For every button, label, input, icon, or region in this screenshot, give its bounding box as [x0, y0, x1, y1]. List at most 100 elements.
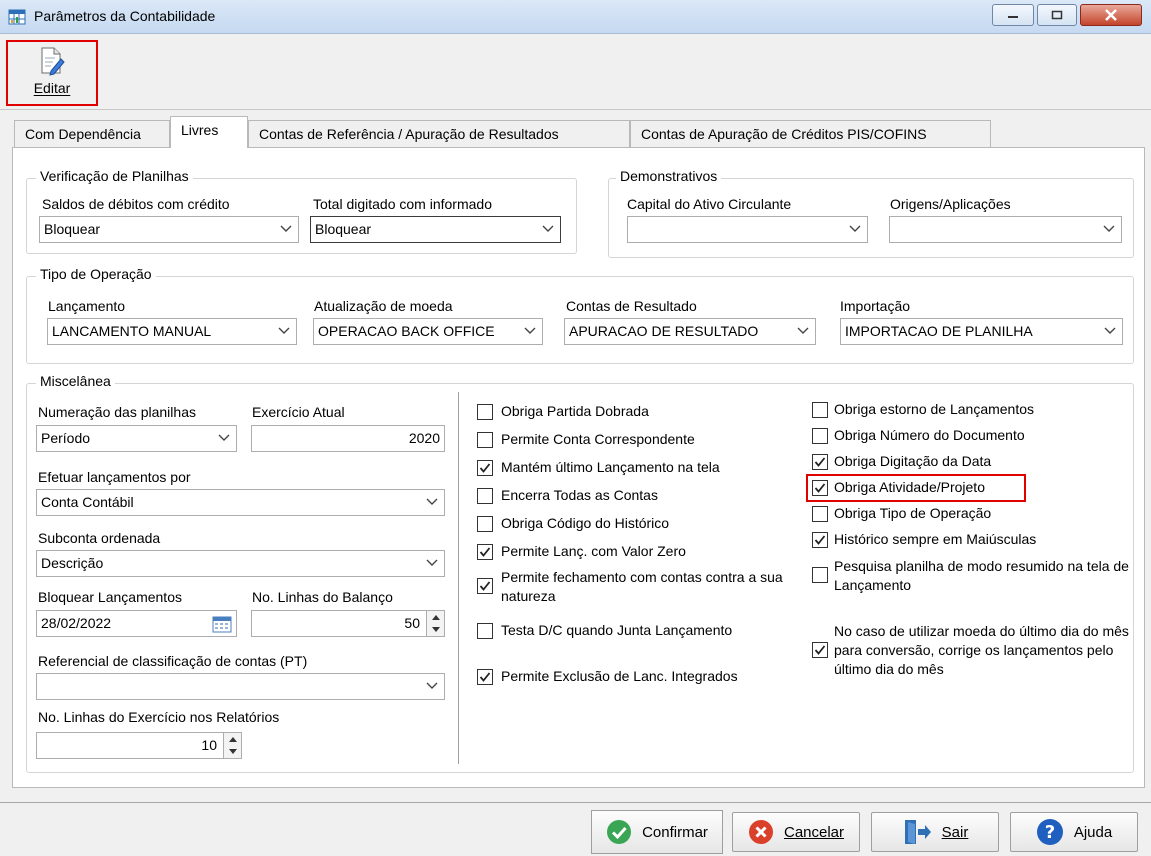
- capital-select[interactable]: [627, 216, 868, 243]
- chevron-down-icon: [1103, 225, 1115, 232]
- checkbox-label: Obriga estorno de Lançamentos: [834, 401, 1035, 417]
- checkbox-box[interactable]: [477, 623, 493, 639]
- total-value: Bloquear: [315, 221, 372, 237]
- confirm-button[interactable]: Confirmar: [591, 810, 723, 854]
- spin-up-icon[interactable]: [224, 733, 241, 745]
- checkbox-label: Permite Lanç. com Valor Zero: [501, 543, 686, 559]
- chevron-down-icon: [426, 498, 438, 505]
- maximize-button[interactable]: [1037, 4, 1077, 26]
- linhas-exercicio-label: No. Linhas do Exercício nos Relatórios: [38, 709, 280, 725]
- total-select[interactable]: Bloquear: [310, 216, 561, 243]
- tab-livres[interactable]: Livres: [170, 116, 248, 148]
- checkbox-box[interactable]: [477, 404, 493, 420]
- checkbox-label: Mantém último Lançamento na tela: [501, 459, 720, 475]
- checkbox-box[interactable]: [477, 460, 493, 476]
- atualizacao-select[interactable]: OPERACAO BACK OFFICE: [313, 318, 543, 345]
- checkbox-box[interactable]: [812, 402, 828, 418]
- checkbox-label: Obriga Digitação da Data: [834, 453, 992, 469]
- saldos-value: Bloquear: [44, 221, 101, 237]
- checkbox-box[interactable]: [812, 428, 828, 444]
- checkbox-box[interactable]: [812, 454, 828, 470]
- linhas-balanco-label: No. Linhas do Balanço: [252, 589, 393, 605]
- chevron-down-icon: [797, 327, 809, 334]
- help-button[interactable]: ? Ajuda: [1010, 812, 1138, 852]
- checkbox-box[interactable]: [477, 432, 493, 448]
- checkbox-box[interactable]: [812, 567, 828, 583]
- spin-buttons[interactable]: [223, 733, 241, 758]
- checkbox-label: Permite Exclusão de Lanc. Integrados: [501, 668, 738, 684]
- checkbox-box[interactable]: [477, 669, 493, 685]
- tab-contas-apuracao-pis-cofins[interactable]: Contas de Apuração de Créditos PIS/COFIN…: [630, 120, 991, 147]
- exit-button[interactable]: Sair: [871, 812, 999, 852]
- toolbar-separator: [0, 109, 1151, 110]
- chevron-down-icon: [218, 434, 230, 441]
- chevron-down-icon: [426, 559, 438, 566]
- calendar-icon[interactable]: [212, 615, 232, 633]
- tab-label: Livres: [181, 122, 219, 138]
- subconta-select[interactable]: Descrição: [36, 550, 445, 577]
- edit-button[interactable]: Editar: [6, 40, 98, 106]
- checkbox-box[interactable]: [812, 532, 828, 548]
- contas-resultado-select[interactable]: APURACAO DE RESULTADO: [564, 318, 816, 345]
- referencial-select[interactable]: [36, 673, 445, 700]
- origens-select[interactable]: [889, 216, 1122, 243]
- misc-vertical-divider: [458, 392, 459, 764]
- numeracao-select[interactable]: Período: [36, 425, 237, 452]
- linhas-exercicio-value: 10: [201, 737, 217, 753]
- efetuar-select[interactable]: Conta Contábil: [36, 489, 445, 516]
- spin-down-icon[interactable]: [427, 623, 444, 635]
- checkmark-icon: [814, 483, 826, 493]
- lancamento-select[interactable]: LANCAMENTO MANUAL: [47, 318, 297, 345]
- checkbox-box[interactable]: [477, 578, 493, 594]
- checkbox-box[interactable]: [477, 516, 493, 532]
- checkbox-box[interactable]: [812, 480, 828, 496]
- chevron-down-icon: [524, 327, 536, 334]
- spin-up-icon[interactable]: [427, 611, 444, 623]
- exit-label: Sair: [941, 823, 969, 841]
- spin-buttons[interactable]: [426, 611, 444, 636]
- checkmark-icon: [814, 535, 826, 545]
- svg-text:?: ?: [1045, 822, 1055, 843]
- chevron-down-icon: [278, 327, 290, 334]
- edit-button-label: Editar: [33, 80, 71, 96]
- referencial-label: Referencial de classificação de contas (…: [38, 653, 308, 669]
- checkbox-label: Encerra Todas as Contas: [501, 487, 658, 503]
- close-button[interactable]: [1080, 4, 1142, 26]
- close-icon: [1105, 9, 1117, 21]
- checkbox-label: Testa D/C quando Junta Lançamento: [501, 622, 733, 638]
- importacao-select[interactable]: IMPORTACAO DE PLANILHA: [840, 318, 1123, 345]
- group-title: Tipo de Operação: [36, 266, 156, 282]
- bloquear-date-input[interactable]: 28/02/2022: [36, 610, 237, 637]
- saldos-label: Saldos de débitos com crédito: [42, 196, 230, 212]
- checkbox-label: Obriga Número do Documento: [834, 427, 1025, 443]
- checkbox-box[interactable]: [812, 506, 828, 522]
- checkbox-label: Obriga Tipo de Operação: [834, 505, 992, 521]
- saldos-select[interactable]: Bloquear: [39, 216, 299, 243]
- checkbox-box[interactable]: [477, 488, 493, 504]
- checkmark-icon: [479, 672, 491, 682]
- checkbox-label: Pesquisa planilha de modo resumido na te…: [834, 558, 1129, 593]
- checkbox-label: Permite Conta Correspondente: [501, 431, 695, 447]
- cancel-button[interactable]: Cancelar: [732, 812, 860, 852]
- exercicio-input[interactable]: 2020: [251, 425, 445, 452]
- linhas-balanco-input[interactable]: 50: [251, 610, 445, 637]
- checkbox-label: Obriga Atividade/Projeto: [834, 479, 985, 495]
- tab-contas-referencia[interactable]: Contas de Referência / Apuração de Resul…: [248, 120, 630, 147]
- linhas-exercicio-input[interactable]: 10: [36, 732, 242, 759]
- checkbox-label: Obriga Partida Dobrada: [501, 403, 649, 419]
- chevron-down-icon: [280, 225, 292, 232]
- spin-down-icon[interactable]: [224, 745, 241, 757]
- checkbox-box[interactable]: [812, 642, 828, 658]
- minimize-button[interactable]: [992, 4, 1034, 26]
- exit-door-icon: [904, 820, 931, 844]
- checkbox-box[interactable]: [477, 544, 493, 560]
- capital-label: Capital do Ativo Circulante: [627, 196, 792, 212]
- group-title: Miscelânea: [36, 373, 115, 389]
- confirm-label: Confirmar: [642, 823, 708, 841]
- exercicio-label: Exercício Atual: [252, 404, 345, 420]
- subconta-label: Subconta ordenada: [38, 530, 161, 546]
- tab-com-dependencia[interactable]: Com Dependência: [14, 120, 170, 147]
- help-label: Ajuda: [1073, 823, 1113, 841]
- checkbox-label: No caso de utilizar moeda do último dia …: [834, 623, 1129, 677]
- checkbox-label: Obriga Código do Histórico: [501, 515, 670, 531]
